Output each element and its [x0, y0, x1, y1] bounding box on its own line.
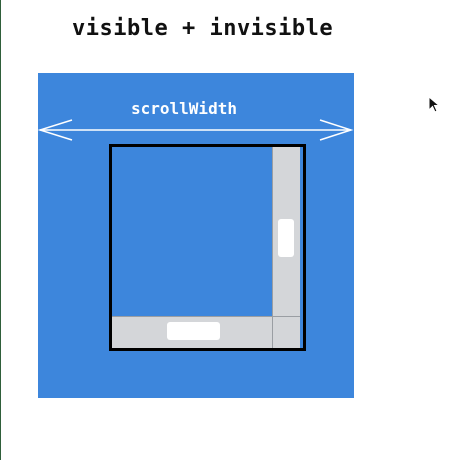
- mouse-pointer-icon: [428, 96, 441, 113]
- left-edge-line: [0, 0, 1, 460]
- scroll-width-double-arrow: [38, 119, 354, 141]
- horizontal-scrollbar-thumb[interactable]: [167, 322, 220, 340]
- vertical-scrollbar-thumb[interactable]: [278, 219, 294, 257]
- diagram-title: visible + invisible: [72, 16, 334, 41]
- scrollbar-corner: [272, 316, 300, 348]
